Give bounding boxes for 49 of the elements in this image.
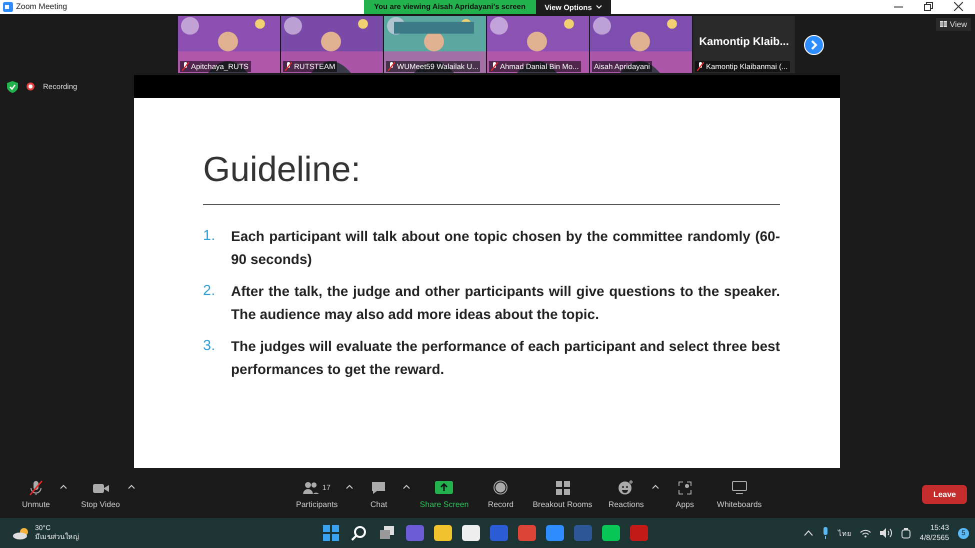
apps-button[interactable]: Apps xyxy=(662,480,707,509)
guideline-text: After the talk, the judge and other participants will give questions to the speaker. The audience may also add more ideas about the topic. xyxy=(231,282,780,324)
next-page-button[interactable] xyxy=(804,34,824,55)
caret-icon[interactable] xyxy=(652,484,659,489)
record-icon xyxy=(493,480,508,496)
search-icon[interactable] xyxy=(350,525,368,542)
chevron-down-icon xyxy=(596,5,602,9)
whiteboard-icon xyxy=(732,481,747,494)
participant-display-name: Kamontip Klaib... xyxy=(698,36,790,48)
smiley-plus-icon xyxy=(618,480,634,496)
microphone-icon[interactable] xyxy=(822,527,829,540)
list-number: 1. xyxy=(203,226,216,246)
close-icon[interactable] xyxy=(954,2,963,12)
cloudy-weather-icon xyxy=(12,526,30,540)
slide-title: Guideline: xyxy=(203,150,362,190)
unmute-button[interactable]: Unmute xyxy=(14,480,58,509)
windows-start-icon[interactable] xyxy=(322,525,340,542)
muted-mic-icon xyxy=(28,480,44,496)
people-icon xyxy=(303,480,320,495)
leave-button[interactable]: Leave xyxy=(922,484,967,504)
guideline-text: The judges will evaluate the performance of each participant and select three best performances to get the reward. xyxy=(231,336,780,379)
caret-icon[interactable] xyxy=(60,484,67,489)
apps-icon xyxy=(678,480,692,495)
wifi-icon[interactable] xyxy=(860,528,871,538)
chevron-up-icon[interactable] xyxy=(804,530,813,536)
recording-dot-icon xyxy=(26,82,35,92)
view-button[interactable]: View xyxy=(936,18,971,31)
chat-button[interactable]: Chat xyxy=(356,480,401,509)
breakout-rooms-button[interactable]: Breakout Rooms xyxy=(526,480,598,509)
share-screen-button[interactable]: Share Screen xyxy=(414,480,475,509)
caret-icon[interactable] xyxy=(346,484,353,489)
reactions-button[interactable]: Reactions xyxy=(602,480,650,509)
speaker-icon[interactable] xyxy=(880,528,892,538)
list-number: 2. xyxy=(203,282,216,301)
grid-icon xyxy=(556,480,570,495)
guideline-text: Each participant will talk about one topic chosen by the committee randomly (60-90 seconds) xyxy=(231,226,780,269)
window-title: Zoom Meeting xyxy=(16,2,68,12)
battery-icon[interactable] xyxy=(900,528,911,539)
grid-view-icon xyxy=(940,21,947,28)
restore-icon[interactable] xyxy=(924,2,933,12)
stop-video-button[interactable]: Stop Video xyxy=(75,480,126,509)
chevron-right-icon xyxy=(809,40,819,50)
list-number: 3. xyxy=(203,336,216,356)
caret-icon[interactable] xyxy=(128,484,135,489)
task-view-icon[interactable] xyxy=(378,525,396,542)
caret-icon[interactable] xyxy=(402,484,410,489)
record-button[interactable]: Record xyxy=(478,480,523,509)
shield-check-icon xyxy=(7,80,18,93)
whiteboards-button[interactable]: Whiteboards xyxy=(710,480,768,509)
